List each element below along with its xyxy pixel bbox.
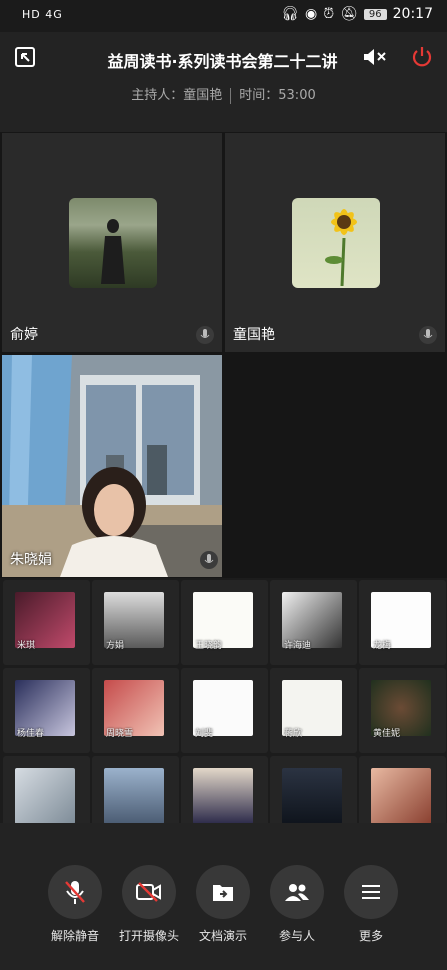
elapsed-time: 时间：53:00 <box>239 88 316 103</box>
speaker-mute-icon[interactable] <box>362 46 388 72</box>
participant-name: 蒋欣 <box>284 729 303 739</box>
avatar <box>193 768 253 823</box>
headphones-icon: 🎧︎ <box>281 6 299 22</box>
start-camera-label: 打开摄像头 <box>118 929 179 943</box>
more-button[interactable]: 更多 <box>334 865 408 944</box>
end-meeting-power-icon[interactable] <box>410 45 434 73</box>
mic-icon <box>196 326 214 344</box>
video-tile-2[interactable]: 童国艳 <box>225 133 445 352</box>
participant-name: 黄佳妮 <box>373 729 401 739</box>
people-icon <box>270 865 324 919</box>
participant-name: 周晓雪 <box>106 729 134 739</box>
participant-tile[interactable]: 周晓雪 <box>92 668 179 753</box>
share-document-label: 文档演示 <box>198 929 247 943</box>
start-camera-button[interactable]: 打开摄像头 <box>112 865 186 944</box>
battery-indicator: 96 <box>363 8 387 20</box>
menu-icon <box>344 865 398 919</box>
avatar <box>69 198 157 288</box>
avatar <box>282 768 342 823</box>
avatar <box>104 768 164 823</box>
participant-tile[interactable]: 杨佳春 <box>3 668 90 753</box>
status-bar: HD 4G 🎧︎ ◉ ⏰︎ 🔕︎ 96 20:17 <box>0 0 447 32</box>
participant-name: 龙梅 <box>373 641 392 651</box>
divider <box>230 87 232 104</box>
avatar <box>292 198 380 288</box>
avatar <box>371 768 431 823</box>
mic-icon <box>419 326 437 344</box>
mic-icon <box>200 551 218 569</box>
participant-tile[interactable]: 王晓韵 <box>181 580 268 665</box>
clock: 20:17 <box>392 6 433 22</box>
participant-tile[interactable]: 蒋欣 <box>270 668 357 753</box>
host-label: 主持人：童国艳 <box>131 88 223 103</box>
video-tile-1[interactable]: 俞婷 <box>2 133 222 352</box>
participant-tile[interactable] <box>181 756 268 823</box>
participant-grid[interactable]: 米琪 方娟 王晓韵 许海迪 龙梅 杨佳春 周晓雪 刘斐 蒋欣 黄佳妮 <box>0 578 447 823</box>
unmute-label: 解除静音 <box>50 929 99 943</box>
participant-tile[interactable] <box>92 756 179 823</box>
minimize-window-icon[interactable] <box>14 46 36 72</box>
live-video-feed <box>2 355 222 577</box>
mic-muted-icon <box>48 865 102 919</box>
alarm-icon: ⏰︎ <box>323 6 335 22</box>
participant-tile[interactable]: 米琪 <box>3 580 90 665</box>
network-indicator: HD 4G <box>22 8 63 21</box>
document-share-icon <box>196 865 250 919</box>
participant-tile[interactable]: 刘斐 <box>181 668 268 753</box>
share-document-button[interactable]: 文档演示 <box>186 865 260 944</box>
participant-name: 王晓韵 <box>195 641 223 651</box>
participant-name: 杨佳春 <box>17 729 45 739</box>
participants-button[interactable]: 参与人 <box>260 865 334 944</box>
avatar <box>15 768 75 823</box>
participant-tile[interactable]: 许海迪 <box>270 580 357 665</box>
participant-name: 米琪 <box>17 641 36 651</box>
video-grid: 俞婷 童国艳 朱晓娟 <box>0 132 447 578</box>
meeting-title: 益周读书·系列读书会第二十二讲 <box>107 52 338 71</box>
participant-tile[interactable] <box>359 756 446 823</box>
participant-name: 刘斐 <box>195 729 214 739</box>
meeting-toolbar: 解除静音 打开摄像头 文档演示 参与人 更多 <box>0 823 447 970</box>
mute-bell-icon: 🔕︎ <box>340 6 358 22</box>
status-icons: 🎧︎ ◉ ⏰︎ 🔕︎ 96 20:17 <box>281 6 433 22</box>
participants-label: 参与人 <box>278 929 315 943</box>
person-silhouette-icon <box>101 219 125 284</box>
more-label: 更多 <box>358 929 383 943</box>
video-tile-3[interactable]: 朱晓娟 <box>2 355 222 577</box>
participant-tile[interactable] <box>3 756 90 823</box>
sunflower-icon <box>325 209 357 287</box>
participant-tile[interactable]: 方娟 <box>92 580 179 665</box>
participant-name: 俞婷 <box>10 327 38 343</box>
participant-name: 童国艳 <box>233 327 275 343</box>
meeting-header: 益周读书·系列读书会第二十二讲 主持人：童国艳 时间：53:00 <box>0 32 447 132</box>
meeting-info: 主持人：童国艳 时间：53:00 <box>0 84 447 104</box>
eye-icon: ◉ <box>304 6 318 22</box>
participant-tile[interactable]: 黄佳妮 <box>359 668 446 753</box>
participant-tile[interactable] <box>270 756 357 823</box>
camera-off-icon <box>122 865 176 919</box>
participant-name: 朱晓娟 <box>10 552 52 568</box>
participant-name: 许海迪 <box>284 641 312 651</box>
unmute-button[interactable]: 解除静音 <box>38 865 112 944</box>
participant-name: 方娟 <box>106 641 125 651</box>
participant-tile[interactable]: 龙梅 <box>359 580 446 665</box>
